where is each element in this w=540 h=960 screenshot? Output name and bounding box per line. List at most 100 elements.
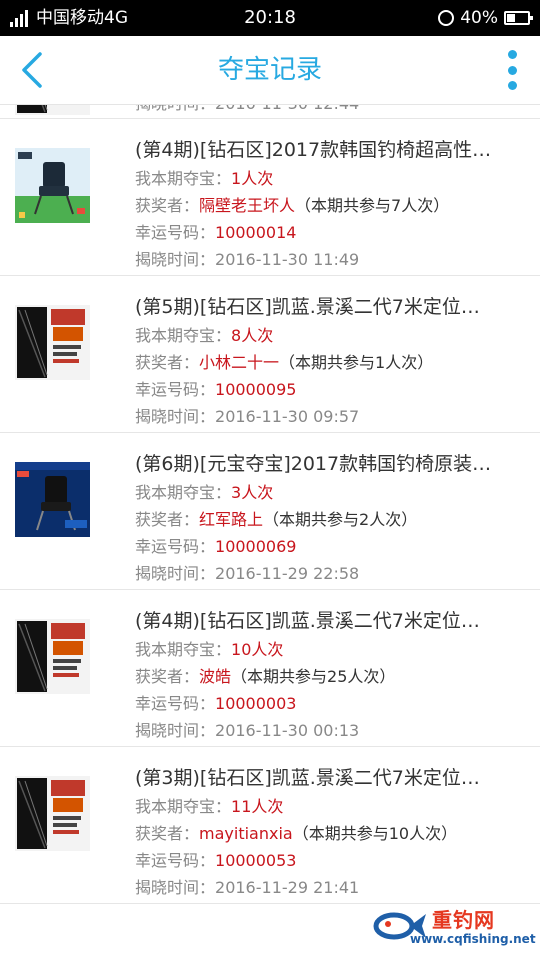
record-info: 获奖者：东田王的小钓哥（本期共参与6人次）幸运号码：10000038揭晓时间：2…: [135, 105, 525, 117]
product-name: (第3期)[钻石区]凯蓝.景溪二代7米定位…: [135, 767, 480, 789]
reveal-time-value: 2016-11-30 09:57: [215, 407, 360, 426]
lucky-number-label: 幸运号码：: [135, 223, 216, 242]
lucky-number-label: 幸运号码：: [135, 537, 216, 556]
my-bets-row: 我本期夺宝：1人次: [135, 165, 525, 192]
winner-label: 获奖者：: [135, 353, 200, 372]
product-name: (第4期)[钻石区]凯蓝.景溪二代7米定位…: [135, 610, 480, 632]
my-bets-value: 1人次: [231, 169, 274, 188]
lucky-number-row: 幸运号码：10000095: [135, 376, 525, 403]
reveal-time-value: 2016-11-30 00:13: [215, 721, 360, 740]
my-bets-value: 8人次: [231, 326, 274, 345]
record-info: (第6期)[元宝夺宝]2017款韩国钓椅原装… 我本期夺宝：3人次 获奖者：红军路上…: [135, 450, 525, 587]
reveal-time-label: 揭晓时间：: [135, 721, 216, 740]
reveal-time-row: 揭晓时间：2016-11-29 22:58: [135, 560, 525, 587]
product-image: [15, 148, 90, 223]
reveal-time-row: 揭晓时间：2016-11-29 21:41: [135, 874, 525, 901]
record-item[interactable]: 获奖者：东田王的小钓哥（本期共参与6人次）幸运号码：10000038揭晓时间：2…: [0, 105, 540, 119]
lucky-number-label: 幸运号码：: [135, 380, 216, 399]
lucky-number-row: 幸运号码：10000069: [135, 533, 525, 560]
record-item[interactable]: (第6期)[元宝夺宝]2017款韩国钓椅原装… 我本期夺宝：3人次 获奖者：红军路上…: [0, 433, 540, 590]
my-bets-row: 我本期夺宝：8人次: [135, 322, 525, 349]
record-item[interactable]: (第3期)[钻石区]凯蓝.景溪二代7米定位… 我本期夺宝：11人次 获奖者：mayi…: [0, 747, 540, 904]
participation-count: （本期共参与10人次）: [292, 824, 458, 843]
reveal-time-value: 2016-11-30 12:44: [215, 105, 359, 113]
reveal-time-label: 揭晓时间：: [135, 105, 215, 113]
record-item[interactable]: (第4期)[钻石区]2017款韩国钓椅超高性… 我本期夺宝：1人次 获奖者：隔壁老王…: [0, 119, 540, 276]
record-info: (第5期)[钻石区]凯蓝.景溪二代7米定位… 我本期夺宝：8人次 获奖者：小林二十一…: [135, 293, 525, 430]
lucky-number-value: 10000053: [215, 851, 297, 870]
winner-name: 小林二十一: [199, 353, 280, 372]
my-bets-label: 我本期夺宝：: [135, 797, 232, 816]
lucky-number-row: 幸运号码：10000053: [135, 847, 525, 874]
product-name: (第5期)[钻石区]凯蓝.景溪二代7米定位…: [135, 296, 480, 318]
more-button[interactable]: [504, 50, 520, 90]
my-bets-label: 我本期夺宝：: [135, 483, 232, 502]
reveal-time-label: 揭晓时间：: [135, 250, 216, 269]
winner-name: 波皓: [199, 667, 232, 686]
product-image: [15, 619, 90, 694]
my-bets-label: 我本期夺宝：: [135, 640, 232, 659]
my-bets-row: 我本期夺宝：10人次: [135, 636, 525, 663]
lucky-number-row: 幸运号码：10000003: [135, 690, 525, 717]
reveal-time-row: 揭晓时间：2016-11-30 11:49: [135, 246, 525, 273]
reveal-time-label: 揭晓时间：: [135, 564, 216, 583]
watermark-name: 重钓网: [432, 908, 495, 932]
record-info: (第3期)[钻石区]凯蓝.景溪二代7米定位… 我本期夺宝：11人次 获奖者：mayi…: [135, 764, 525, 901]
watermark-url: www.cqfishing.net: [410, 932, 536, 946]
lucky-number-value: 10000014: [215, 223, 297, 242]
lucky-number-row: 幸运号码：10000014: [135, 219, 525, 246]
reveal-time-row: 揭晓时间：2016-11-30 12:44: [135, 105, 525, 117]
reveal-time-value: 2016-11-29 22:58: [215, 564, 360, 583]
product-image: [15, 462, 90, 537]
winner-row: 获奖者：隔壁老王坏人（本期共参与7人次）: [135, 192, 525, 219]
lucky-number-label: 幸运号码：: [135, 694, 216, 713]
app-header: 夺宝记录: [0, 36, 540, 105]
page-title: 夺宝记录: [217, 55, 322, 85]
winner-row: 获奖者：红军路上（本期共参与2人次）: [135, 506, 525, 533]
winner-label: 获奖者：: [135, 510, 200, 529]
product-image: [15, 105, 90, 115]
winner-row: 获奖者：mayitianxia（本期共参与10人次）: [135, 820, 525, 847]
reveal-time-row: 揭晓时间：2016-11-30 00:13: [135, 717, 525, 744]
record-info: (第4期)[钻石区]凯蓝.景溪二代7米定位… 我本期夺宝：10人次 获奖者：波皓（本…: [135, 607, 525, 744]
my-bets-value: 3人次: [231, 483, 274, 502]
winner-row: 获奖者：小林二十一（本期共参与1人次）: [135, 349, 525, 376]
record-list[interactable]: 获奖者：东田王的小钓哥（本期共参与6人次）幸运号码：10000038揭晓时间：2…: [0, 105, 540, 960]
status-bar: 中国移动4G 20:18 40%: [0, 0, 540, 36]
my-bets-row: 我本期夺宝：11人次: [135, 793, 525, 820]
my-bets-label: 我本期夺宝：: [135, 326, 232, 345]
lucky-number-value: 10000069: [215, 537, 297, 556]
battery-icon: [504, 11, 533, 25]
product-image: [15, 305, 90, 380]
winner-label: 获奖者：: [135, 196, 200, 215]
participation-count: （本期共参与1人次）: [279, 353, 434, 372]
reveal-time-label: 揭晓时间：: [135, 878, 216, 897]
participation-count: （本期共参与2人次）: [263, 510, 418, 529]
reveal-time-label: 揭晓时间：: [135, 407, 216, 426]
product-image: [15, 776, 90, 851]
winner-name: mayitianxia: [199, 824, 293, 843]
winner-label: 获奖者：: [135, 824, 200, 843]
record-info: (第4期)[钻石区]2017款韩国钓椅超高性… 我本期夺宝：1人次 获奖者：隔壁老王…: [135, 136, 525, 273]
my-bets-value: 10人次: [231, 640, 284, 659]
lucky-number-value: 10000003: [215, 694, 297, 713]
product-name: (第6期)[元宝夺宝]2017款韩国钓椅原装…: [135, 453, 492, 475]
reveal-time-value: 2016-11-29 21:41: [215, 878, 360, 897]
record-item[interactable]: (第5期)[钻石区]凯蓝.景溪二代7米定位… 我本期夺宝：8人次 获奖者：小林二十一…: [0, 276, 540, 433]
my-bets-row: 我本期夺宝：3人次: [135, 479, 525, 506]
site-watermark: 重钓网 www.cqfishing.net: [372, 902, 536, 954]
winner-row: 获奖者：波皓（本期共参与25人次）: [135, 663, 525, 690]
participation-count: （本期共参与7人次）: [295, 196, 450, 215]
more-vertical-icon: [507, 50, 517, 59]
reveal-time-row: 揭晓时间：2016-11-30 09:57: [135, 403, 525, 430]
product-name: (第4期)[钻石区]2017款韩国钓椅超高性…: [135, 139, 492, 161]
alarm-icon: [438, 10, 455, 26]
record-item[interactable]: (第4期)[钻石区]凯蓝.景溪二代7米定位… 我本期夺宝：10人次 获奖者：波皓（本…: [0, 590, 540, 747]
my-bets-label: 我本期夺宝：: [135, 169, 232, 188]
battery-percent: 40%: [460, 8, 498, 28]
reveal-time-value: 2016-11-30 11:49: [215, 250, 360, 269]
my-bets-value: 11人次: [231, 797, 284, 816]
participation-count: （本期共参与25人次）: [231, 667, 396, 686]
winner-label: 获奖者：: [135, 667, 200, 686]
winner-name: 隔壁老王坏人: [199, 196, 296, 215]
